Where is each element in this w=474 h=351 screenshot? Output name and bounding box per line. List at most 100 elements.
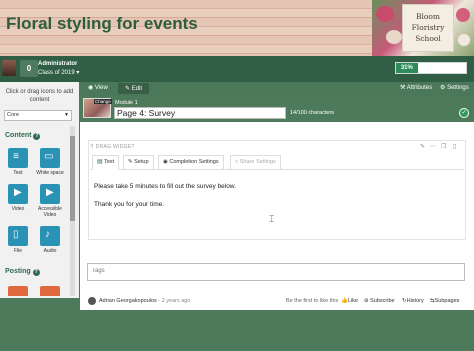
tab-text[interactable]: ▤ Text (92, 155, 120, 170)
eye-icon: ◉ (163, 159, 168, 165)
avatar[interactable] (2, 60, 16, 76)
view-button[interactable]: ◉ View (88, 84, 108, 91)
content-heading: Content? (5, 132, 41, 140)
wrench-icon: ⚒ (400, 85, 406, 91)
school-logo[interactable]: Bloom Floristry School (402, 4, 454, 52)
post-widget-tile[interactable] (8, 286, 28, 296)
white-space-widget-tile[interactable]: ▭ (40, 148, 60, 168)
file-icon: ▯ (13, 229, 19, 240)
more-icon[interactable]: ⋯ (430, 143, 436, 150)
scrollbar-thumb[interactable] (70, 136, 75, 221)
tags-input[interactable] (92, 268, 452, 274)
eye-icon: ◉ (88, 85, 94, 91)
site-title[interactable]: Floral styling for events (6, 14, 198, 34)
posting-heading-label: Posting (5, 268, 31, 275)
image-post-widget-tile[interactable] (40, 286, 60, 296)
thumbs-up-icon: 👍 (341, 298, 348, 304)
settings-button[interactable]: ⚙ Settings (440, 84, 469, 91)
widget-paragraph-1[interactable]: Please take 5 minutes to fill out the su… (94, 183, 236, 190)
edit-button[interactable]: ✎ Edit (118, 83, 150, 94)
pencil-icon: ✎ (125, 86, 131, 92)
content-heading-label: Content (5, 132, 32, 139)
course-progress: 31% (395, 62, 467, 74)
tile-label-white-space: White space (36, 170, 64, 176)
subscribe-label: Subscribe (370, 298, 395, 304)
view-label: View (94, 85, 108, 91)
progress-fill: 31% (396, 63, 418, 73)
video-widget-tile[interactable]: ▶ (8, 184, 28, 204)
tile-label-video: Video (11, 206, 25, 212)
file-widget-tile[interactable]: ▯ (8, 226, 28, 246)
page-footer-background (0, 310, 474, 351)
tile-label-accessible-video: Accessible Video (38, 206, 62, 218)
logo-line-3: School (415, 34, 441, 43)
widget-paragraph-2[interactable]: Thank you for your time. (94, 201, 164, 208)
check-icon: ✓ (460, 109, 468, 117)
tab-setup[interactable]: ✎ Setup (123, 155, 154, 170)
drag-widget-handle[interactable]: ⠿ DRAG WIDGET (90, 144, 135, 150)
drag-handle-icon: ⠿ (90, 144, 94, 150)
chevron-down-icon: ▾ (76, 70, 80, 76)
header-banner: Floral styling for events Bloom Floristr… (0, 0, 474, 56)
share-icon: < (235, 159, 239, 165)
logo-line-2: Floristry (411, 23, 445, 32)
like-button[interactable]: 👍Like (341, 298, 358, 304)
text-widget-tile[interactable]: ≡ (8, 148, 28, 168)
text-tab-icon: ▤ (97, 159, 103, 165)
help-icon[interactable]: ? (32, 269, 40, 276)
white-space-icon: ▭ (44, 151, 54, 162)
character-count: 14/100 characters (290, 110, 335, 116)
tab-share-label: Share Settings (239, 159, 276, 165)
drag-widget-label: DRAG WIDGET (95, 144, 135, 150)
user-role[interactable]: Administrator (38, 61, 77, 67)
tab-setup-label: Setup (134, 159, 149, 165)
delete-icon[interactable]: ▯ (453, 143, 456, 150)
logo-line-1: Bloom (415, 12, 441, 21)
subscribe-button[interactable]: ⊛ Subscribe (364, 298, 395, 304)
history-label: History (406, 298, 424, 304)
tile-label-text: Text (13, 170, 23, 176)
subpages-button[interactable]: ⇆Subpages (430, 298, 459, 304)
tab-text-label: Text (104, 159, 115, 165)
change-thumbnail-button[interactable]: Change (94, 99, 112, 104)
edit-label: Edit (131, 86, 143, 92)
duplicate-icon[interactable]: ❐ (441, 143, 446, 150)
tags-field[interactable] (87, 263, 465, 281)
select-value: Core (7, 112, 19, 118)
audio-icon: ♪ (45, 229, 50, 240)
widget-sidebar: Click or drag icons to add content Core … (0, 82, 79, 298)
sidebar-scrollbar[interactable] (70, 126, 75, 296)
saved-check-icon: ✓ (459, 108, 469, 118)
tab-share-settings: < Share Settings (230, 155, 281, 170)
attributes-label: Attributes (406, 85, 433, 91)
history-button[interactable]: ↻History (402, 298, 424, 304)
tile-label-file: File (13, 248, 23, 254)
author-avatar[interactable] (88, 297, 96, 305)
help-icon[interactable]: ? (33, 133, 41, 140)
widget-category-select[interactable]: Core ▼ (4, 110, 72, 121)
video-icon: ▶ (14, 187, 22, 198)
tile-label-audio: Audio (43, 248, 57, 254)
author-line: Adrian Georgakopoulos - 2 years ago (99, 298, 190, 304)
first-like-text: Be the first to like this (286, 298, 339, 304)
settings-label: Settings (447, 85, 469, 91)
posting-heading: Posting? (5, 268, 40, 276)
author-name[interactable]: Adrian Georgakopoulos (99, 298, 157, 304)
audio-widget-tile[interactable]: ♪ (40, 226, 60, 246)
text-icon: ≡ (13, 151, 19, 162)
attributes-button[interactable]: ⚒ Attributes (400, 84, 432, 91)
subpages-label: Subpages (434, 298, 460, 304)
accessible-video-icon: ▶ (46, 187, 54, 198)
like-label: Like (347, 298, 358, 304)
pencil-icon: ✎ (128, 159, 133, 165)
module-label: Module 1 (115, 100, 138, 106)
points-badge[interactable]: 0 (20, 60, 38, 77)
page-title-input[interactable]: Page 4: Survey (114, 107, 286, 119)
accessible-video-widget-tile[interactable]: ▶ (40, 184, 60, 204)
chevron-down-icon: ▼ (64, 112, 69, 118)
sidebar-hint: Click or drag icons to add content (5, 89, 74, 103)
class-selector[interactable]: Class of 2019 ▾ (38, 69, 79, 76)
tab-completion-settings[interactable]: ◉ Completion Settings (158, 155, 224, 170)
rss-icon: ⊛ (364, 298, 369, 304)
edit-widget-icon[interactable]: ✎ (420, 143, 425, 150)
